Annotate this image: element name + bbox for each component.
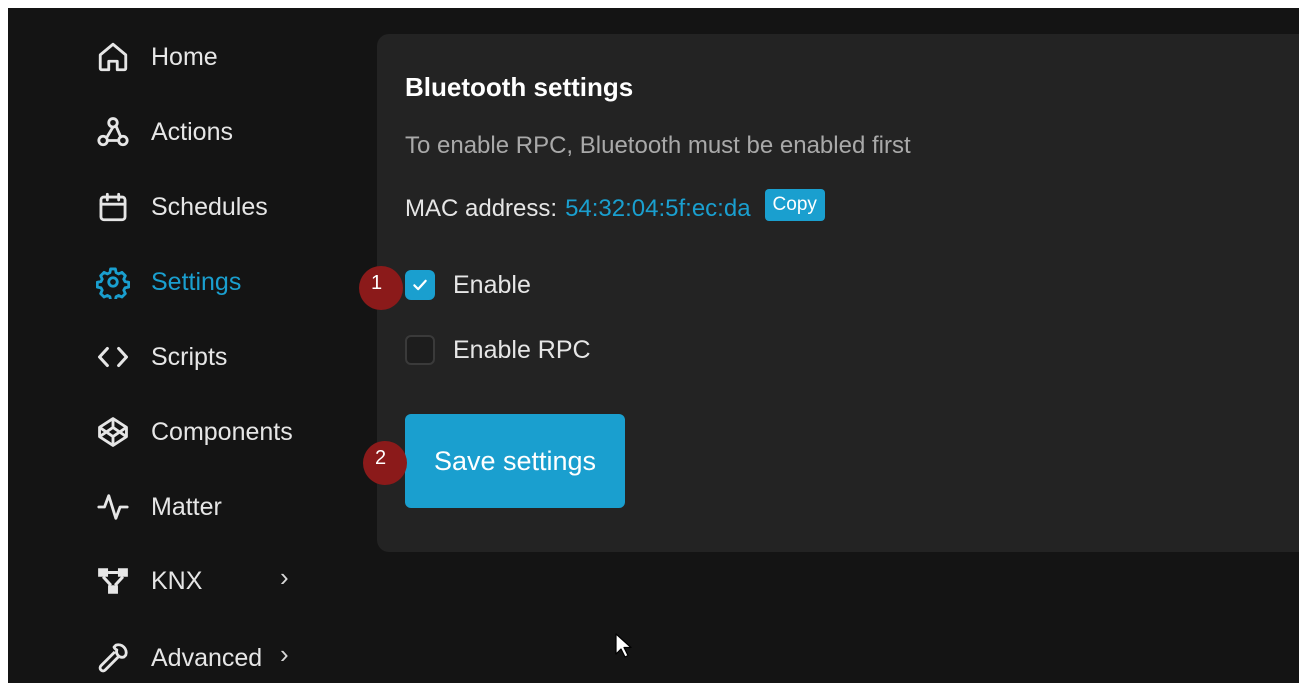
enable-rpc-checkbox-row[interactable]: Enable RPC (405, 333, 591, 367)
mac-address-label: MAC address: (405, 195, 558, 222)
save-settings-button[interactable]: Save settings (405, 414, 625, 508)
network-icon (96, 561, 136, 601)
sidebar-item-label: Components (151, 417, 293, 446)
pulse-icon (96, 487, 136, 527)
sidebar-item-label: Schedules (151, 192, 268, 221)
gear-icon (96, 262, 136, 302)
step-badge-2: 2 (363, 441, 407, 485)
chevron-right-icon[interactable]: › (280, 641, 289, 667)
sidebar-item-label: Settings (151, 267, 242, 296)
sidebar-item-settings[interactable]: Settings (96, 262, 241, 302)
enable-checkbox-row[interactable]: Enable (405, 268, 531, 302)
sidebar-item-scripts[interactable]: Scripts (96, 337, 227, 377)
home-icon (96, 37, 136, 77)
webhook-icon (96, 112, 136, 152)
sidebar-item-home[interactable]: Home (96, 37, 218, 77)
mouse-cursor-icon (615, 633, 632, 658)
enable-checkbox[interactable] (405, 270, 435, 300)
wrench-icon (96, 638, 136, 678)
chevron-right-icon[interactable]: › (280, 564, 289, 590)
sidebar-item-components[interactable]: Components (96, 412, 293, 452)
sidebar-item-label: KNX (151, 566, 203, 595)
card-title: Bluetooth settings (405, 72, 634, 102)
sidebar-item-matter[interactable]: Matter (96, 487, 222, 527)
checkmark-icon (413, 279, 427, 291)
sidebar-item-knx[interactable]: KNX (96, 561, 202, 601)
card-description: To enable RPC, Bluetooth must be enabled… (405, 132, 911, 159)
code-icon (96, 337, 136, 377)
calendar-icon (96, 187, 136, 227)
enable-rpc-checkbox[interactable] (405, 335, 435, 365)
mac-address-row: MAC address: 54:32:04:5f:ec:da Copy (405, 189, 825, 223)
sidebar-item-label: Home (151, 42, 218, 71)
sidebar-item-label: Advanced (151, 643, 263, 672)
copy-button[interactable]: Copy (764, 189, 825, 221)
sidebar-item-label: Actions (151, 117, 233, 146)
sidebar-item-label: Matter (151, 492, 222, 521)
sidebar-item-schedules[interactable]: Schedules (96, 187, 268, 227)
sidebar-item-label: Scripts (151, 342, 228, 371)
sidebar-item-actions[interactable]: Actions (96, 112, 233, 152)
mac-address-value: 54:32:04:5f:ec:da (565, 195, 751, 222)
codepen-icon (96, 412, 136, 452)
step-badge-1: 1 (359, 266, 403, 310)
enable-label: Enable (453, 270, 531, 299)
sidebar-item-advanced[interactable]: Advanced (96, 638, 262, 678)
enable-rpc-label: Enable RPC (453, 335, 591, 364)
